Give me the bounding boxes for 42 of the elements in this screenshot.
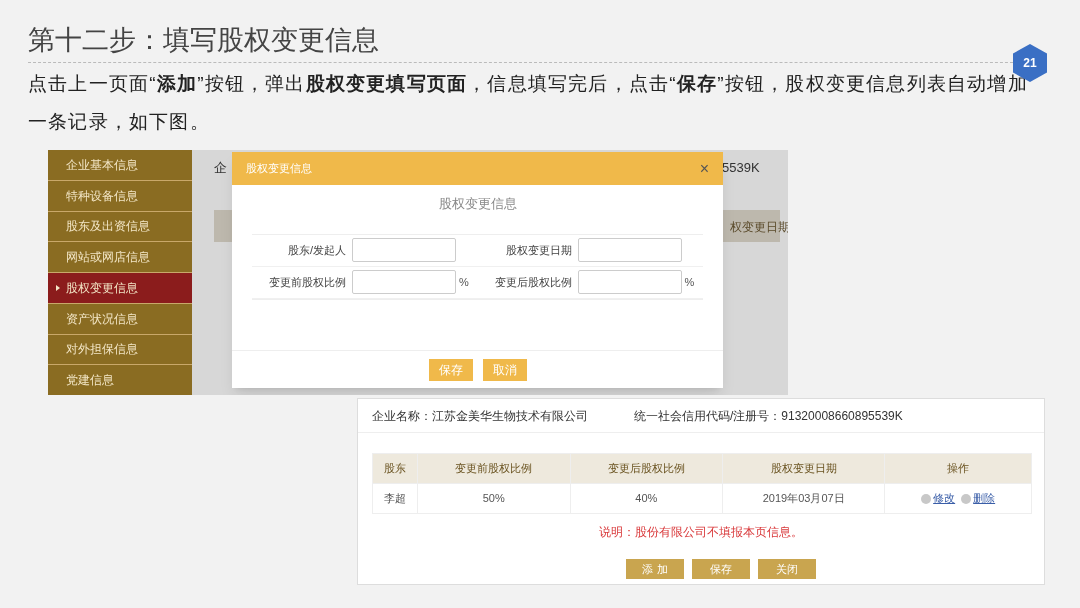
field-label: 股东/发起人: [286, 242, 347, 258]
input-field[interactable]: [352, 270, 456, 294]
company-text: 企: [214, 159, 227, 177]
field-label: 变更前股权比例: [268, 274, 347, 290]
input-field[interactable]: [352, 238, 456, 262]
sidebar-item[interactable]: 党建信息: [48, 365, 192, 395]
sidebar-item[interactable]: 股权变更信息: [48, 273, 192, 303]
dialog-title: 股权变更信息: [246, 161, 312, 177]
action-button[interactable]: 关闭: [758, 559, 816, 579]
column-header: 变更前股权比例: [417, 453, 570, 484]
table-cell: 李超: [372, 483, 418, 514]
edit-link[interactable]: 修改: [933, 490, 956, 507]
sidebar-item[interactable]: 股东及出资信息: [48, 211, 192, 242]
table-cell: 2019年03月07日: [722, 483, 885, 514]
company-text: 企业名称：江苏金美华生物技术有限公司: [372, 407, 588, 425]
sidebar-item[interactable]: 网站或网店信息: [48, 242, 192, 272]
caret-icon: [56, 284, 60, 291]
code-text: 统一社会信用代码/注册号：91320008660895539K: [634, 407, 903, 425]
action-button[interactable]: 保存: [692, 559, 750, 579]
table-cell: 40%: [570, 483, 723, 514]
unit-label: %: [684, 274, 695, 290]
sidebar-item[interactable]: 资产状况信息: [48, 303, 192, 334]
note-text: 说明：股份有限公司不填报本页信息。: [598, 524, 804, 541]
column-header: 变更后股权比例: [570, 453, 723, 484]
action-button[interactable]: 添 加: [626, 559, 684, 579]
column-header: 股权变更日期: [722, 453, 885, 484]
table-cell: 50%: [417, 483, 570, 514]
dialog-heading: 股权变更信息: [437, 195, 518, 213]
slide-title: 第十二步：填写股权变更信息: [28, 24, 380, 57]
unit-label: %: [459, 274, 469, 290]
close-button[interactable]: ×: [699, 160, 709, 177]
field-label: 变更后股权比例: [493, 274, 573, 290]
column-header: 操作: [884, 453, 1032, 484]
input-field[interactable]: [577, 238, 682, 262]
sidebar-item[interactable]: 企业基本信息: [48, 150, 192, 180]
sidebar-item[interactable]: 特种设备信息: [48, 180, 192, 211]
delete-link[interactable]: 删除: [973, 490, 996, 507]
field-label: 股权变更日期: [504, 242, 573, 258]
column-header: 股东: [372, 453, 418, 484]
sidebar-item[interactable]: 对外担保信息: [48, 334, 192, 365]
code-text: 5539K: [722, 159, 760, 177]
input-field[interactable]: [577, 270, 682, 294]
